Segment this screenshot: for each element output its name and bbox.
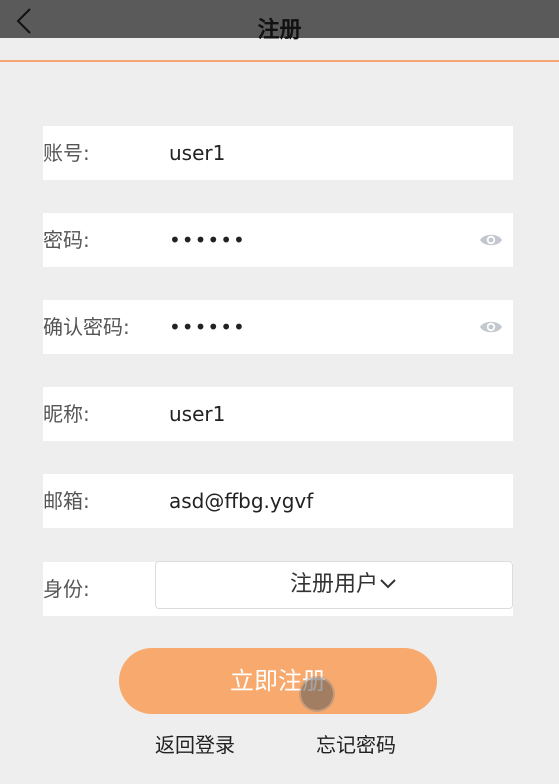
register-button[interactable]: 立即注册 <box>119 648 437 714</box>
confirm-password-label: 确认密码: <box>43 315 130 339</box>
forgot-password-link[interactable]: 忘记密码 <box>316 730 396 760</box>
chevron-down-icon <box>378 576 398 592</box>
confirm-password-input[interactable] <box>169 300 469 354</box>
identity-select[interactable]: 注册用户 <box>155 561 513 609</box>
account-input[interactable] <box>169 126 469 180</box>
nickname-input[interactable] <box>169 387 469 441</box>
touch-indicator <box>301 678 333 710</box>
page-title: 注册 <box>257 18 302 43</box>
nickname-row: 昵称: <box>43 387 513 441</box>
back-to-login-link[interactable]: 返回登录 <box>155 730 235 760</box>
password-input[interactable] <box>169 213 469 267</box>
eye-icon[interactable] <box>479 230 503 250</box>
account-row: 账号: <box>43 126 513 180</box>
accent-divider <box>0 60 559 62</box>
email-label: 邮箱: <box>43 489 90 513</box>
email-input[interactable] <box>169 474 469 528</box>
eye-icon[interactable] <box>479 317 503 337</box>
confirm-password-row: 确认密码: <box>43 300 513 354</box>
account-label: 账号: <box>43 141 90 165</box>
email-row: 邮箱: <box>43 474 513 528</box>
identity-label: 身份: <box>43 577 90 601</box>
password-label: 密码: <box>43 228 90 252</box>
identity-selected-text: 注册用户 <box>289 572 378 597</box>
identity-selected-value: 注册用户 <box>156 562 512 608</box>
nickname-label: 昵称: <box>43 402 90 426</box>
identity-row: 身份: 注册用户 <box>43 561 513 616</box>
password-row: 密码: <box>43 213 513 267</box>
